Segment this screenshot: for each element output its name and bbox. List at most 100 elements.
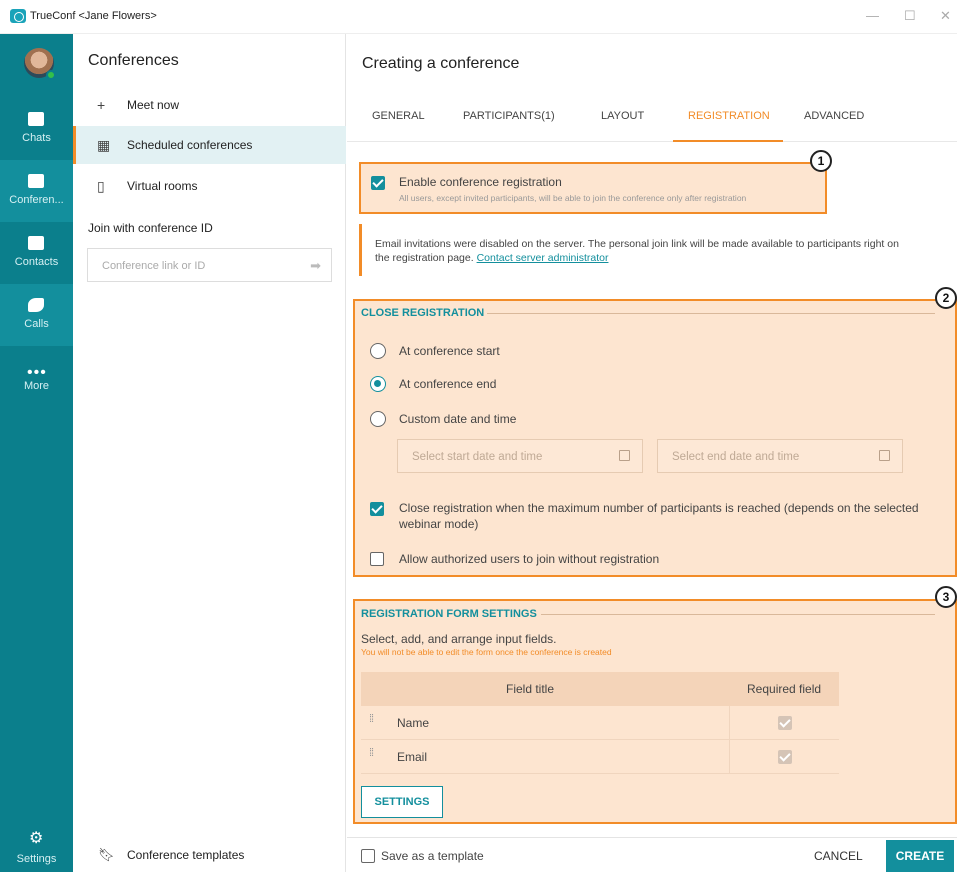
conference-icon bbox=[28, 174, 44, 188]
close-registration-section: CLOSE REGISTRATION At conference start A… bbox=[353, 299, 957, 577]
end-date-input[interactable]: Select end date and time bbox=[657, 439, 903, 473]
conference-templates-item[interactable]: 🔖︎ Conference templates bbox=[73, 840, 346, 872]
rail-item-calls[interactable]: Calls bbox=[0, 284, 73, 346]
cancel-button[interactable]: CANCEL bbox=[814, 849, 863, 863]
contact-admin-link[interactable]: Contact server administrator bbox=[477, 252, 609, 264]
table-row[interactable]: ⁞⁞ Email bbox=[361, 740, 839, 774]
max-participants-checkbox[interactable] bbox=[370, 502, 384, 516]
save-template-label: Save as a template bbox=[381, 849, 484, 863]
notice-text: the registration page. bbox=[375, 252, 474, 264]
allow-authorized-checkbox[interactable] bbox=[370, 552, 384, 566]
list-item-label: Virtual rooms bbox=[127, 179, 198, 193]
tab-general[interactable]: GENERAL bbox=[372, 110, 425, 122]
arrow-right-icon[interactable]: ➡ bbox=[310, 258, 321, 274]
required-cell bbox=[729, 706, 839, 740]
conferences-panel: Conferences + Meet now ▦ Scheduled confe… bbox=[73, 34, 346, 872]
radio-custom[interactable] bbox=[370, 411, 386, 427]
field-name: Email bbox=[397, 750, 428, 764]
callout-badge-1: 1 bbox=[810, 150, 832, 172]
calendar-icon bbox=[879, 450, 890, 461]
title-bar: TrueConf <Jane Flowers> — ☐ ✕ bbox=[0, 0, 957, 34]
tab-layout[interactable]: LAYOUT bbox=[601, 110, 644, 122]
required-cell bbox=[729, 740, 839, 774]
tab-registration[interactable]: REGISTRATION bbox=[688, 110, 770, 122]
bookmark-icon: 🔖︎ bbox=[98, 847, 115, 862]
navigation-rail: Chats Conferen... Contacts Calls ••• Mor… bbox=[0, 34, 73, 872]
rail-item-conferences[interactable]: Conferen... bbox=[0, 160, 73, 222]
input-placeholder: Conference link or ID bbox=[102, 260, 206, 272]
virtual-rooms-item[interactable]: ▯ Virtual rooms bbox=[73, 167, 346, 205]
required-checkbox bbox=[778, 716, 792, 730]
calendar-icon: ▦ bbox=[97, 137, 111, 153]
trueconf-app-icon bbox=[10, 9, 26, 23]
templates-label: Conference templates bbox=[127, 848, 245, 862]
phone-icon bbox=[28, 298, 44, 312]
field-title-cell: ⁞⁞ Email bbox=[361, 740, 729, 774]
option-at-start-label: At conference start bbox=[399, 344, 500, 358]
form-settings-title: REGISTRATION FORM SETTINGS bbox=[361, 608, 537, 620]
maximize-icon[interactable]: ☐ bbox=[904, 8, 916, 24]
form-settings-desc: Select, add, and arrange input fields. bbox=[361, 632, 557, 646]
option-at-end-label: At conference end bbox=[399, 377, 497, 391]
tab-bar: GENERAL PARTICIPANTS(1) LAYOUT REGISTRAT… bbox=[347, 96, 957, 142]
rail-item-label: Conferen... bbox=[9, 194, 64, 206]
notice-line-1: Email invitations were disabled on the s… bbox=[375, 238, 899, 250]
meet-now-item[interactable]: + Meet now bbox=[73, 86, 346, 124]
enable-registration-label: Enable conference registration bbox=[399, 175, 562, 189]
email-disabled-notice: Email invitations were disabled on the s… bbox=[359, 224, 952, 276]
form-settings-button[interactable]: SETTINGS bbox=[361, 786, 443, 818]
door-icon: ▯ bbox=[97, 178, 105, 194]
rail-item-more[interactable]: ••• More bbox=[0, 346, 73, 408]
create-button[interactable]: CREATE bbox=[886, 840, 954, 872]
table-row[interactable]: ⁞⁞ Name bbox=[361, 706, 839, 740]
section-divider bbox=[541, 614, 935, 615]
section-divider bbox=[487, 313, 935, 314]
footer-bar: Save as a template CANCEL CREATE bbox=[347, 837, 957, 872]
conference-id-input[interactable]: Conference link or ID ➡ bbox=[87, 248, 332, 282]
rail-item-label: Contacts bbox=[14, 256, 59, 268]
drag-handle-icon[interactable]: ⁞⁞ bbox=[369, 748, 374, 759]
max-participants-label-2: webinar mode) bbox=[399, 517, 479, 531]
contacts-icon bbox=[28, 236, 44, 250]
rail-item-chats[interactable]: Chats bbox=[0, 98, 73, 160]
enable-registration-hint: All users, except invited participants, … bbox=[399, 193, 747, 203]
option-custom-label: Custom date and time bbox=[399, 412, 517, 426]
panel-title: Conferences bbox=[88, 52, 179, 69]
close-registration-title: CLOSE REGISTRATION bbox=[361, 307, 485, 319]
column-required-field: Required field bbox=[747, 682, 822, 696]
save-template-checkbox[interactable] bbox=[361, 849, 375, 863]
gear-icon: ⚙ bbox=[29, 830, 44, 847]
start-date-input[interactable]: Select start date and time bbox=[397, 439, 643, 473]
minimize-icon[interactable]: — bbox=[866, 8, 879, 23]
page-title: Creating a conference bbox=[362, 55, 520, 72]
column-field-title: Field title bbox=[506, 682, 555, 696]
rail-item-label: Chats bbox=[22, 132, 51, 144]
radio-at-start[interactable] bbox=[370, 343, 386, 359]
tab-participants[interactable]: PARTICIPANTS(1) bbox=[463, 110, 555, 122]
rail-item-contacts[interactable]: Contacts bbox=[0, 222, 73, 284]
field-title-cell: ⁞⁞ Name bbox=[361, 706, 729, 740]
callout-badge-3: 3 bbox=[935, 586, 957, 608]
radio-at-end[interactable] bbox=[370, 376, 386, 392]
list-item-label: Scheduled conferences bbox=[127, 138, 253, 152]
required-checkbox bbox=[778, 750, 792, 764]
window-title: TrueConf <Jane Flowers> bbox=[30, 10, 157, 22]
max-participants-label-1: Close registration when the maximum numb… bbox=[399, 501, 919, 515]
allow-authorized-label: Allow authorized users to join without r… bbox=[399, 552, 660, 566]
tab-advanced[interactable]: ADVANCED bbox=[804, 110, 864, 122]
start-date-placeholder: Select start date and time bbox=[412, 451, 543, 463]
form-settings-hint: You will not be able to edit the form on… bbox=[361, 647, 612, 657]
end-date-placeholder: Select end date and time bbox=[672, 451, 800, 463]
enable-registration-highlight: Enable conference registration All users… bbox=[359, 162, 827, 214]
list-item-label: Meet now bbox=[127, 98, 180, 112]
join-label: Join with conference ID bbox=[88, 221, 213, 235]
callout-badge-2: 2 bbox=[935, 287, 957, 309]
rail-item-settings[interactable]: ⚙ Settings bbox=[0, 822, 73, 872]
active-tab-indicator bbox=[673, 140, 783, 142]
close-icon[interactable]: ✕ bbox=[940, 8, 951, 24]
enable-registration-checkbox[interactable] bbox=[371, 176, 385, 190]
scheduled-conferences-item[interactable]: ▦ Scheduled conferences bbox=[73, 126, 346, 164]
drag-handle-icon[interactable]: ⁞⁞ bbox=[369, 714, 374, 725]
main-content: Creating a conference GENERAL PARTICIPAN… bbox=[347, 34, 957, 872]
chat-icon bbox=[28, 112, 44, 126]
